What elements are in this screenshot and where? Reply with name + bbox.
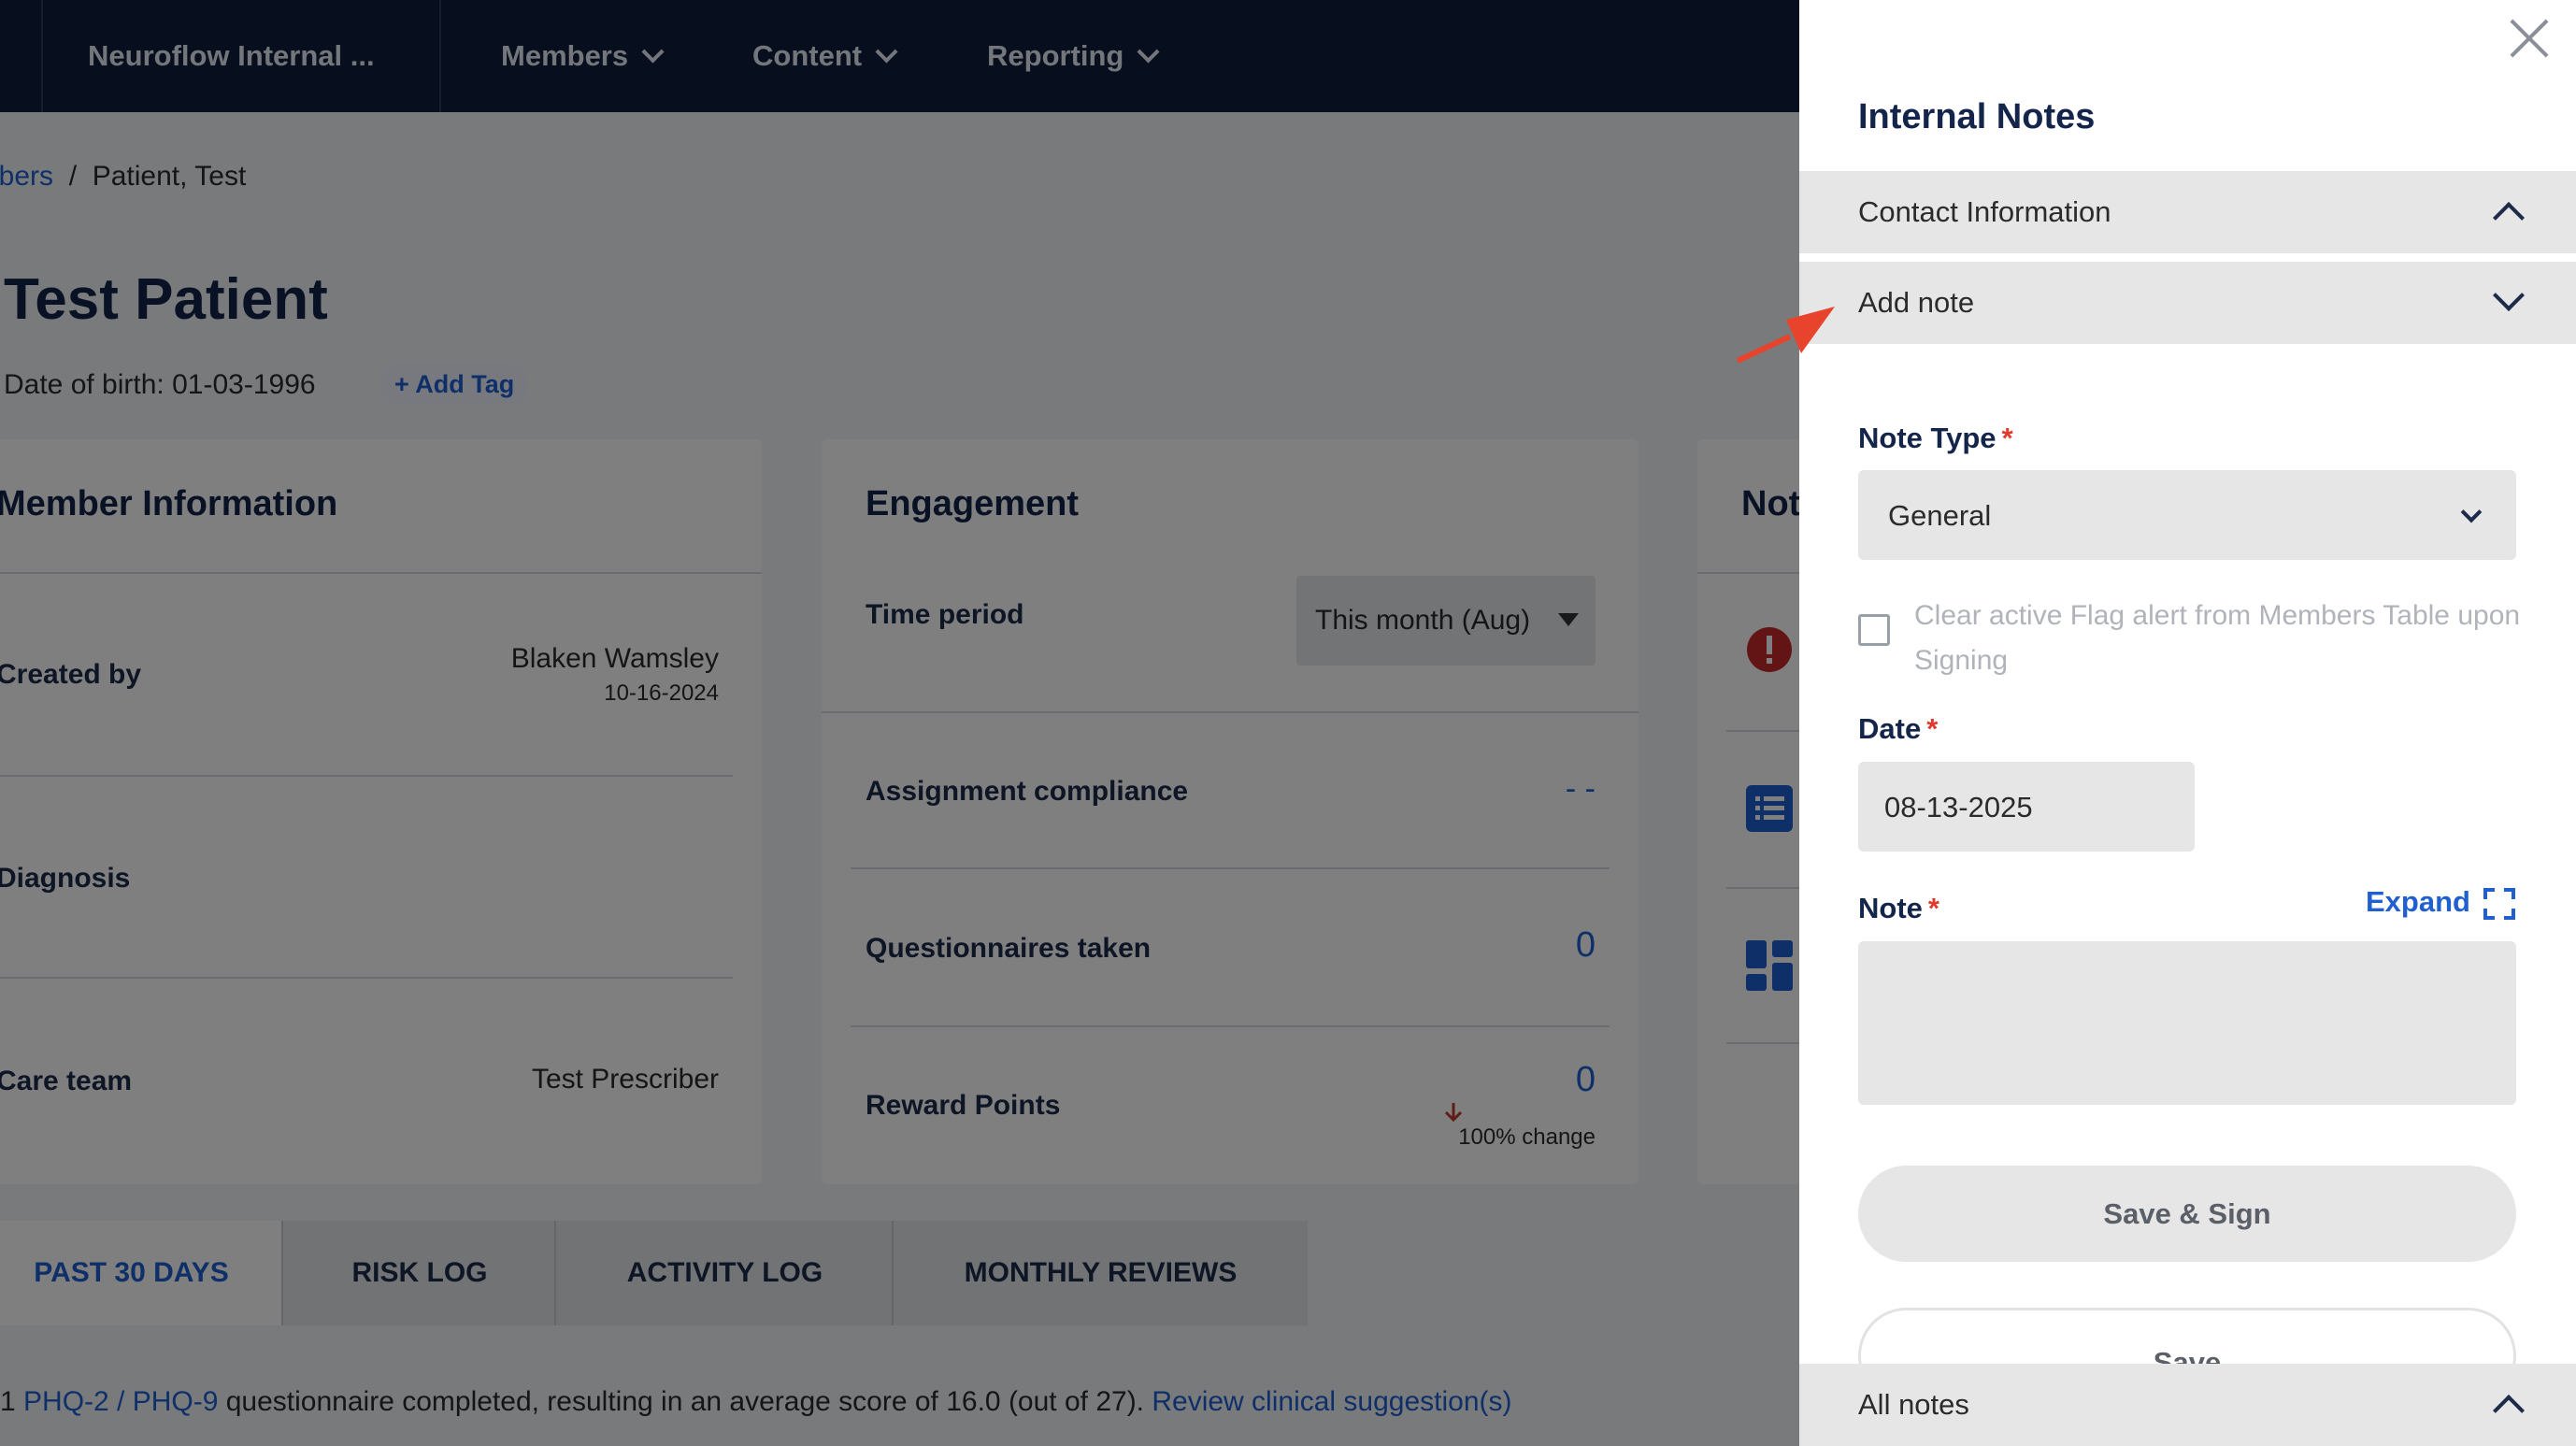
- add-note-label: Add note: [1858, 286, 1975, 319]
- expand-label: Expand: [2366, 885, 2470, 918]
- member-page: Neuroflow Internal ... Members Content R…: [0, 0, 1799, 1446]
- chevron-up-icon: [2493, 202, 2525, 234]
- date-label: Date *: [1858, 712, 1938, 746]
- note-type-select[interactable]: General: [1858, 470, 2516, 560]
- required-mark: *: [2001, 422, 2013, 454]
- contact-information-accordion[interactable]: Contact Information: [1799, 171, 2576, 253]
- note-type-value: General: [1888, 499, 1992, 532]
- modal-backdrop[interactable]: [0, 0, 1799, 1446]
- note-label: Note *: [1858, 892, 1939, 925]
- add-note-accordion[interactable]: Add note: [1799, 262, 2576, 344]
- chevron-down-icon: [2460, 501, 2483, 523]
- expand-button[interactable]: Expand: [2366, 885, 2470, 919]
- note-label-text: Note: [1858, 892, 1923, 924]
- all-notes-accordion[interactable]: All notes: [1799, 1364, 2576, 1446]
- chevron-down-icon: [2493, 279, 2525, 311]
- clear-flag-checkbox[interactable]: [1858, 614, 1890, 646]
- expand-icon[interactable]: [2483, 888, 2515, 920]
- note-type-label-text: Note Type: [1858, 422, 1996, 454]
- date-label-text: Date: [1858, 712, 1922, 745]
- all-notes-label: All notes: [1858, 1388, 1969, 1421]
- note-type-label: Note Type *: [1858, 422, 2013, 455]
- required-mark: *: [1926, 712, 1939, 745]
- chevron-up-icon: [2493, 1395, 2525, 1426]
- panel-title: Internal Notes: [1858, 97, 2096, 136]
- note-textarea[interactable]: [1858, 941, 2516, 1105]
- date-value: 08-13-2025: [1884, 791, 2033, 823]
- required-mark: *: [1927, 892, 1939, 924]
- clear-flag-label: Clear active Flag alert from Members Tab…: [1914, 600, 2521, 676]
- save-and-sign-button[interactable]: Save & Sign: [1858, 1166, 2516, 1262]
- annotation-arrow-icon: [1736, 307, 1835, 364]
- close-icon[interactable]: [2508, 17, 2551, 60]
- contact-information-label: Contact Information: [1858, 195, 2111, 228]
- internal-notes-panel: Internal Notes Contact Information Add n…: [1799, 0, 2576, 1446]
- date-field[interactable]: 08-13-2025: [1858, 762, 2195, 852]
